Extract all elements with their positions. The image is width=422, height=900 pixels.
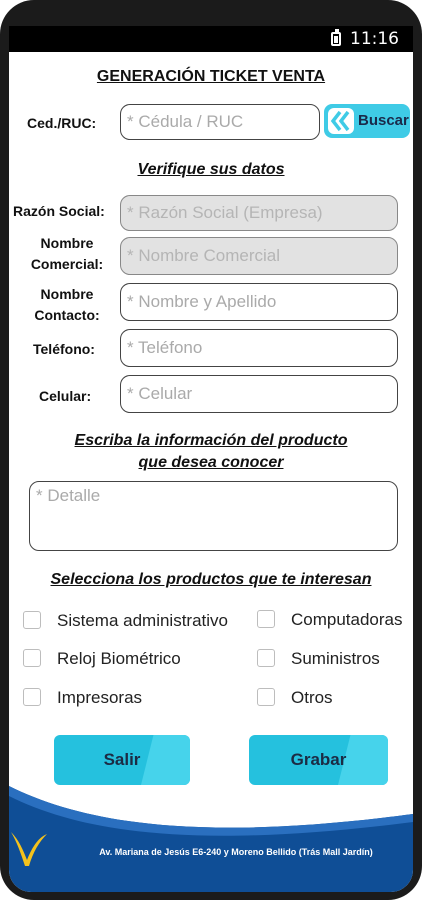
battery-icon (331, 29, 341, 46)
status-time: 11:16 (350, 29, 399, 49)
telefono-input[interactable]: * Teléfono (120, 329, 398, 367)
info-section-title: Escriba la información del producto que … (74, 432, 348, 471)
checkbox-reloj-biometrico[interactable] (23, 649, 41, 667)
footer-address: Av. Mariana de Jesús E6-240 y Moreno Bel… (99, 847, 373, 857)
footer: Av. Mariana de Jesús E6-240 y Moreno Bel… (9, 786, 413, 892)
buscar-button[interactable]: Buscar (324, 104, 410, 138)
celular-label: Celular: (39, 388, 92, 404)
checkbox-sistema-administrativo[interactable] (23, 611, 41, 629)
ced-input[interactable]: * Cédula / RUC (120, 104, 320, 140)
checkbox-otros[interactable] (257, 688, 275, 706)
grabar-button[interactable]: Grabar (249, 735, 388, 785)
products-section-title: Selecciona los productos que te interesa… (50, 571, 372, 588)
salir-label: Salir (103, 750, 141, 769)
app-screen: GENERACIÓN TICKET VENTA Ced./RUC: * Cédu… (9, 26, 413, 892)
detalle-textarea[interactable]: * Detalle (29, 481, 398, 551)
celular-input[interactable]: * Celular (120, 375, 398, 413)
verify-section-title: Verifique sus datos (137, 161, 285, 178)
checkbox-computadoras[interactable] (257, 610, 275, 628)
buscar-label: Buscar (358, 112, 409, 129)
grabar-label: Grabar (290, 750, 347, 769)
checkbox-label-impresoras[interactable]: Impresoras (57, 688, 142, 708)
checkbox-suministros[interactable] (257, 649, 275, 667)
nombre-contacto-input[interactable]: * Nombre y Apellido (120, 283, 398, 321)
checkbox-label-reloj-biometrico[interactable]: Reloj Biométrico (57, 649, 181, 669)
razon-social-input: * Razón Social (Empresa) (120, 195, 398, 231)
nombre-comercial-label: Nombre Comercial: (30, 235, 104, 272)
nombre-comercial-input: * Nombre Comercial (120, 237, 398, 275)
ced-label: Ced./RUC: (27, 115, 97, 131)
double-chevron-left-icon (328, 108, 354, 134)
status-bar: 11:16 (9, 26, 413, 52)
salir-button[interactable]: Salir (54, 735, 190, 785)
telefono-label: Teléfono: (33, 341, 95, 357)
checkbox-label-suministros[interactable]: Suministros (291, 649, 380, 669)
page-title: GENERACIÓN TICKET VENTA (96, 68, 326, 85)
checkbox-label-sistema-administrativo[interactable]: Sistema administrativo (57, 611, 228, 631)
nombre-contacto-label: Nombre Contacto: (34, 286, 100, 323)
checkbox-impresoras[interactable] (23, 688, 41, 706)
footer-wave (9, 786, 413, 892)
checkbox-label-otros[interactable]: Otros (291, 688, 333, 708)
checkbox-label-computadoras[interactable]: Computadoras (291, 610, 403, 630)
razon-social-label: Razón Social: (13, 203, 105, 219)
brand-logo-icon (11, 832, 47, 866)
